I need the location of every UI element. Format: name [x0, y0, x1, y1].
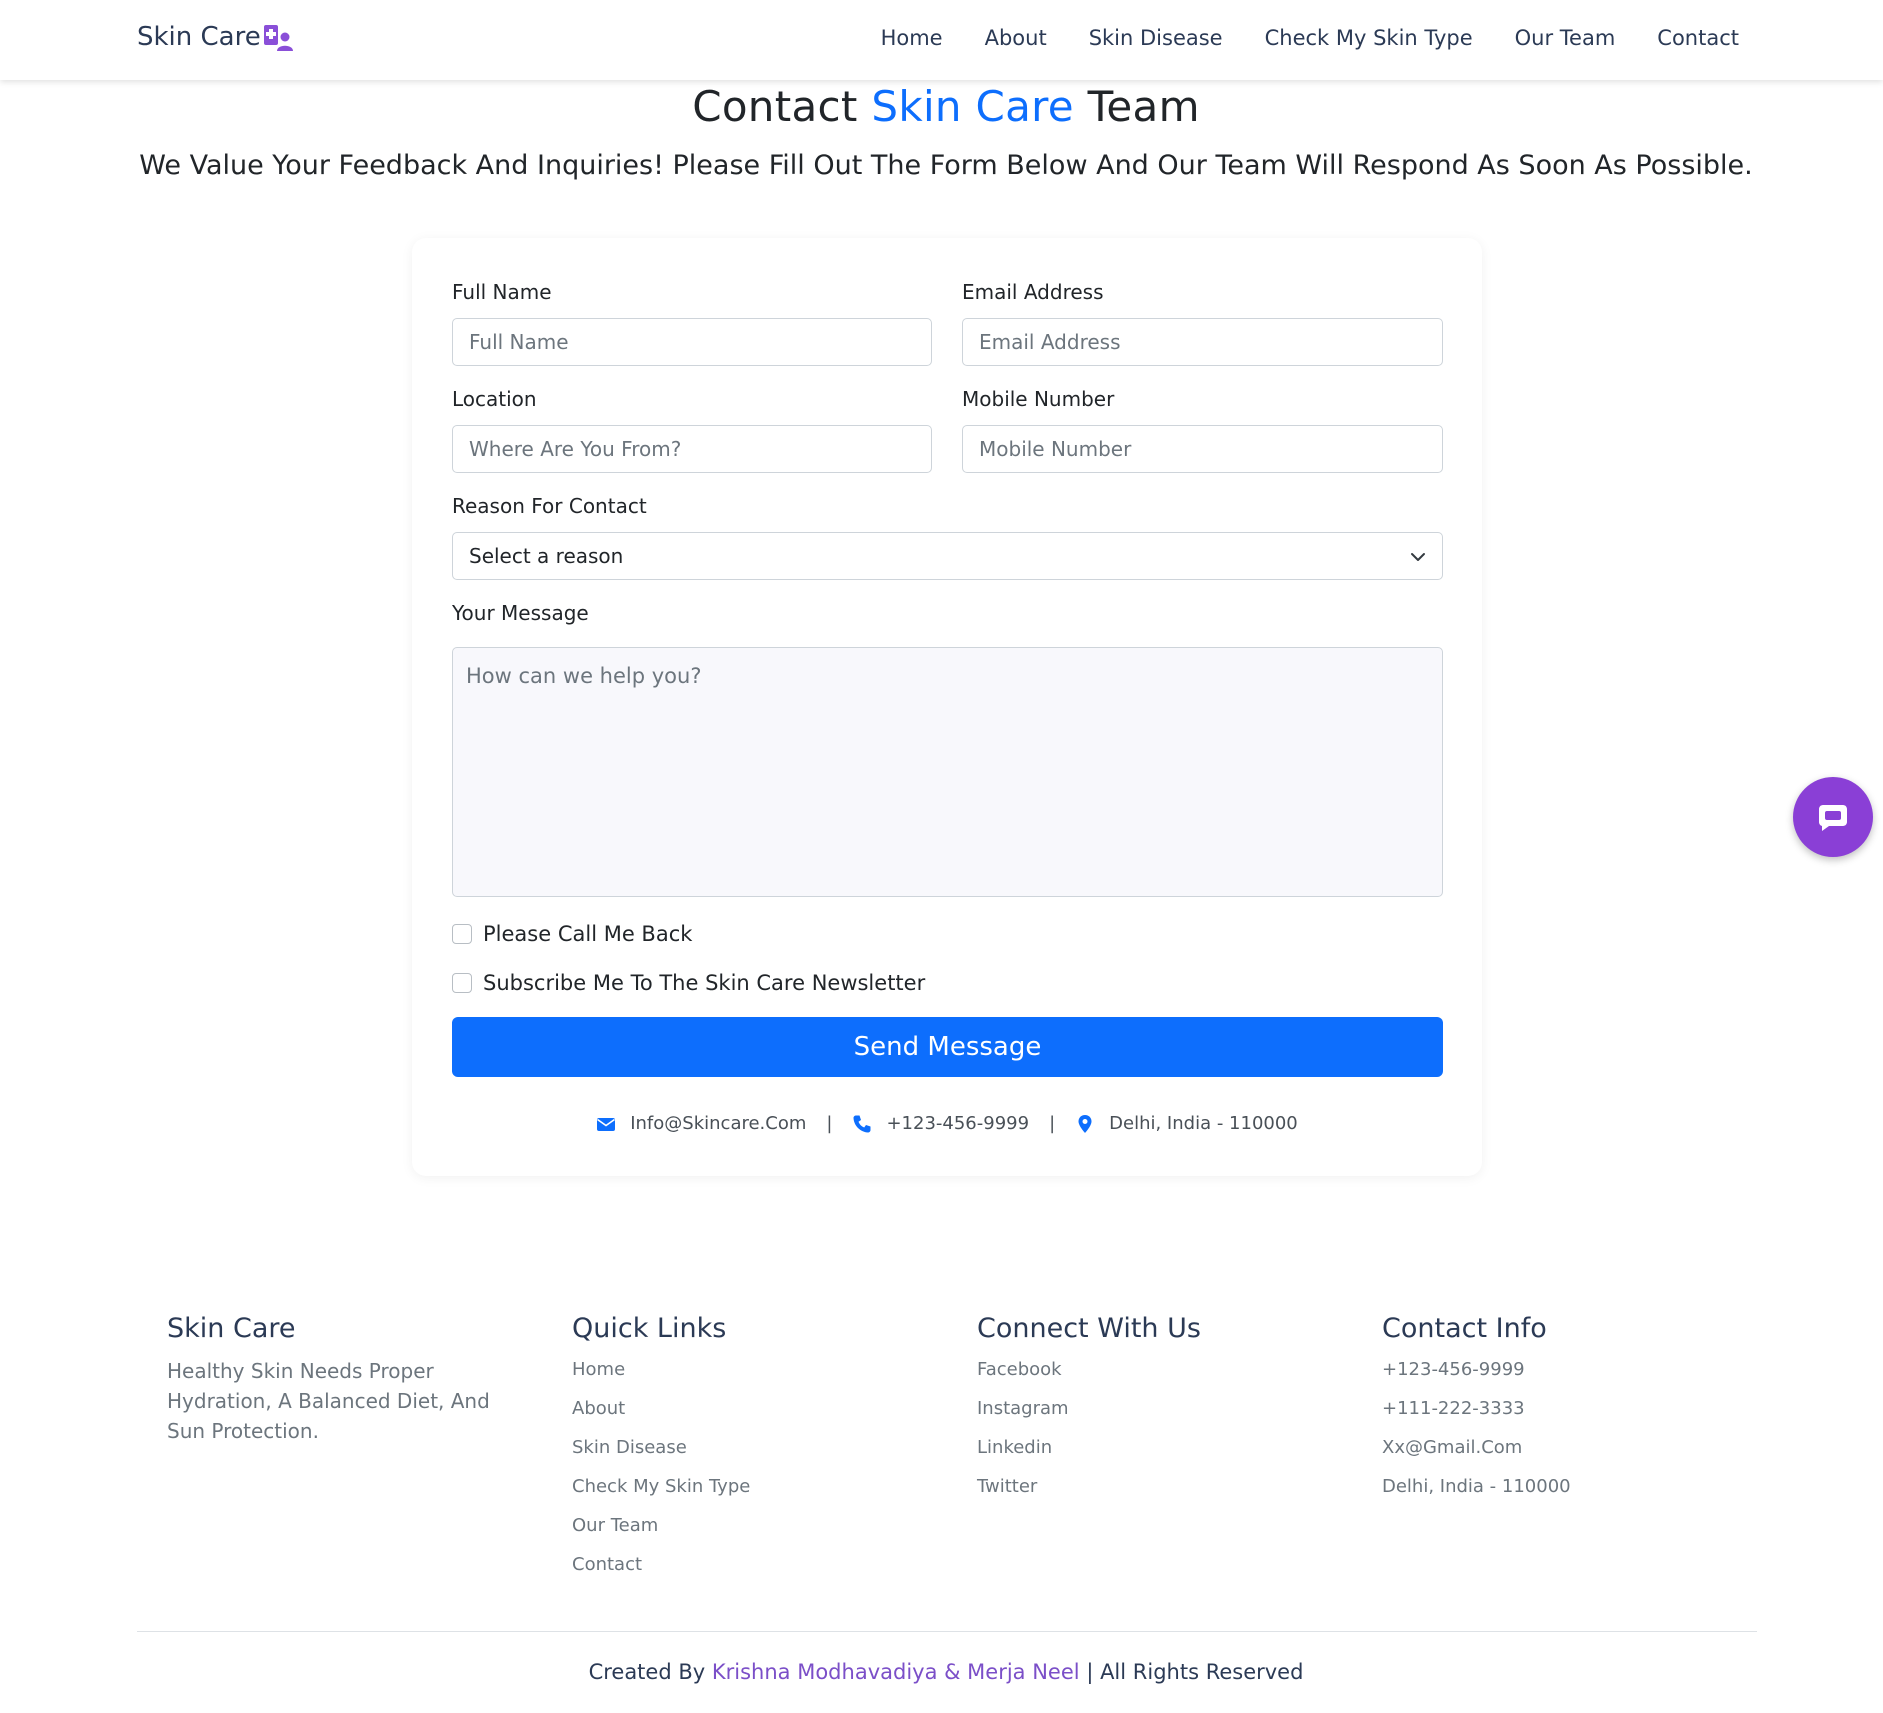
footer-credits: Created By Krishna Modhavadiya & Merja N…	[0, 1660, 1883, 1684]
footer-contact-heading: Contact Info	[1382, 1313, 1547, 1344]
strip-email[interactable]: Info@Skincare.Com	[596, 1113, 806, 1134]
page-title: Contact Skin Care Team	[0, 82, 1883, 131]
footer-phone-primary: +123-456-9999	[1382, 1359, 1525, 1380]
nav-menu: Home About Skin Disease Check My Skin Ty…	[839, 26, 1739, 50]
envelope-icon	[597, 1117, 616, 1131]
credits-authors[interactable]: Krishna Modhavadiya & Merja Neel	[712, 1660, 1080, 1684]
footer-divider	[137, 1631, 1757, 1632]
footer-link-contact[interactable]: Contact	[572, 1551, 750, 1590]
footer-about-heading: Skin Care	[167, 1313, 296, 1344]
mobile-input[interactable]	[962, 425, 1443, 473]
strip-phone[interactable]: +123-456-9999	[852, 1113, 1029, 1134]
message-label: Your Message	[452, 601, 589, 625]
nav-link-skin-disease[interactable]: Skin Disease	[1089, 26, 1223, 50]
nav-link-contact[interactable]: Contact	[1657, 26, 1739, 50]
strip-address-text: Delhi, India - 110000	[1109, 1113, 1298, 1134]
strip-phone-text: +123-456-9999	[886, 1113, 1030, 1134]
footer-link-twitter[interactable]: Twitter	[977, 1473, 1201, 1512]
newsletter-checkbox[interactable]	[452, 973, 472, 993]
nav-link-home[interactable]: Home	[881, 26, 943, 50]
brand-name: Skin Care	[137, 22, 261, 52]
chevron-down-icon	[1411, 553, 1425, 561]
message-textarea[interactable]	[452, 647, 1443, 897]
footer-link-about[interactable]: About	[572, 1395, 750, 1434]
email-input[interactable]	[962, 318, 1443, 366]
nav-link-about[interactable]: About	[985, 26, 1047, 50]
nav-link-our-team[interactable]: Our Team	[1515, 26, 1616, 50]
chat-bubble-icon	[1819, 805, 1847, 831]
reason-selected-value: Select a reason	[469, 544, 624, 568]
navbar: Skin Care Home About Skin Disease Check …	[0, 0, 1883, 80]
newsletter-option[interactable]: Subscribe Me To The Skin Care Newsletter	[452, 971, 925, 995]
footer-about: Skin Care Healthy Skin Needs Proper Hydr…	[167, 1313, 507, 1446]
footer-link-skin-disease[interactable]: Skin Disease	[572, 1434, 750, 1473]
footer-link-our-team[interactable]: Our Team	[572, 1512, 750, 1551]
brand-logo[interactable]: Skin Care	[137, 22, 293, 52]
footer-connect: Connect With Us Facebook Instagram Linke…	[977, 1313, 1201, 1512]
doctor-user-icon	[263, 25, 293, 51]
call-back-checkbox[interactable]	[452, 924, 472, 944]
reason-label: Reason For Contact	[452, 494, 647, 518]
footer-email: Xx@Gmail.Com	[1382, 1437, 1523, 1458]
newsletter-label: Subscribe Me To The Skin Care Newsletter	[483, 971, 926, 995]
map-pin-icon	[1078, 1114, 1092, 1133]
credits-prefix: Created By	[588, 1660, 706, 1684]
location-label: Location	[452, 387, 537, 411]
footer-quick-links-heading: Quick Links	[572, 1313, 727, 1344]
footer-connect-heading: Connect With Us	[977, 1313, 1201, 1344]
contact-strip: Info@Skincare.Com | +123-456-9999 | Delh…	[412, 1113, 1482, 1134]
strip-separator: |	[1049, 1113, 1056, 1134]
reason-select[interactable]: Select a reason	[452, 532, 1443, 580]
footer-quick-links: Quick Links Home About Skin Disease Chec…	[572, 1313, 750, 1590]
footer-address: Delhi, India - 110000	[1382, 1476, 1571, 1497]
send-message-button[interactable]: Send Message	[452, 1017, 1443, 1077]
strip-email-text: Info@Skincare.Com	[630, 1113, 807, 1134]
footer-phone-secondary: +111-222-3333	[1382, 1398, 1525, 1419]
call-back-label: Please Call Me Back	[483, 922, 693, 946]
full-name-input[interactable]	[452, 318, 932, 366]
chat-button[interactable]	[1793, 777, 1873, 857]
strip-address: Delhi, India - 110000	[1075, 1113, 1298, 1134]
phone-icon	[853, 1115, 871, 1132]
call-back-option[interactable]: Please Call Me Back	[452, 922, 692, 946]
email-label: Email Address	[962, 280, 1104, 304]
page-subtitle: We Value Your Feedback And Inquiries! Pl…	[139, 150, 1753, 181]
footer-link-home[interactable]: Home	[572, 1356, 750, 1395]
footer-link-check-skin-type[interactable]: Check My Skin Type	[572, 1473, 750, 1512]
footer-about-text: Healthy Skin Needs Proper Hydration, A B…	[167, 1359, 490, 1443]
mobile-label: Mobile Number	[962, 387, 1115, 411]
footer-link-instagram[interactable]: Instagram	[977, 1395, 1201, 1434]
strip-separator: |	[826, 1113, 833, 1134]
nav-link-check-skin-type[interactable]: Check My Skin Type	[1265, 26, 1473, 50]
footer-contact-info: Contact Info +123-456-9999 +111-222-3333…	[1382, 1313, 1571, 1512]
credits-suffix: | All Rights Reserved	[1086, 1660, 1304, 1684]
contact-form-card: Full Name Email Address Location Mobile …	[412, 238, 1482, 1176]
footer-link-facebook[interactable]: Facebook	[977, 1356, 1201, 1395]
title-accent: Skin Care	[871, 82, 1074, 131]
title-suffix: Team	[1087, 82, 1200, 131]
title-prefix: Contact	[692, 82, 858, 131]
full-name-label: Full Name	[452, 280, 552, 304]
location-input[interactable]	[452, 425, 932, 473]
footer-link-linkedin[interactable]: Linkedin	[977, 1434, 1201, 1473]
